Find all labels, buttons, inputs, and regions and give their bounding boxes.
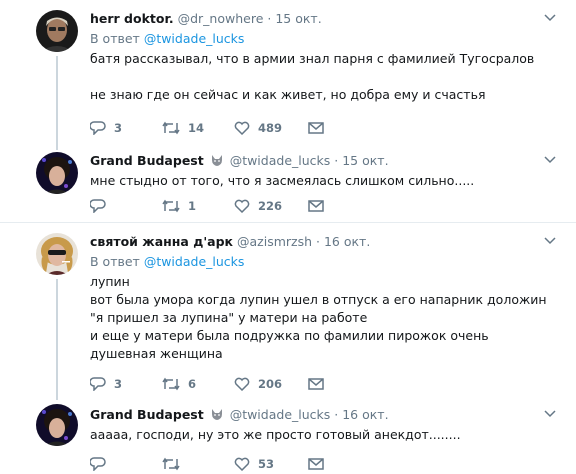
like-button[interactable]: 489 xyxy=(234,120,282,136)
reply-count: 3 xyxy=(114,121,123,135)
tweet-4[interactable]: Grand Budapest @twidade_lucks · 16 окт. … xyxy=(0,400,576,474)
envelope-icon xyxy=(308,458,324,470)
like-button[interactable]: 226 xyxy=(234,198,282,214)
separator-dot: · xyxy=(316,234,320,249)
tweet-text: лупин вот была умора когда лупин ушел в … xyxy=(90,274,547,361)
dm-button[interactable] xyxy=(308,456,332,472)
reply-count: 3 xyxy=(114,377,123,391)
reply-prefix: В ответ xyxy=(90,254,140,269)
tweet-3[interactable]: святой жанна д'арк @azismrzsh · 16 окт. … xyxy=(0,223,576,400)
retweet-button[interactable]: 6 xyxy=(162,376,196,392)
like-count: 226 xyxy=(258,199,283,213)
tweet-actions: 53 xyxy=(90,456,390,472)
heart-icon xyxy=(234,121,250,135)
chevron-down-icon[interactable] xyxy=(544,237,556,245)
reply-button[interactable]: 3 xyxy=(90,376,122,392)
reply-context: В ответ @twidade_lucks xyxy=(90,31,556,47)
like-count: 206 xyxy=(258,377,283,391)
tweet-actions: 3 6 206 xyxy=(90,376,390,392)
tweet-text: батя рассказывал, что в армии знал парня… xyxy=(90,51,535,102)
heart-icon xyxy=(234,457,250,471)
author-handle[interactable]: @twidade_lucks xyxy=(230,407,331,422)
separator-dot: · xyxy=(334,153,339,168)
like-button[interactable]: 53 xyxy=(234,456,274,472)
avatar[interactable] xyxy=(36,233,78,275)
envelope-icon xyxy=(308,378,324,390)
chevron-down-icon[interactable] xyxy=(544,156,556,164)
timestamp[interactable]: 15 окт. xyxy=(342,153,388,168)
retweet-icon xyxy=(162,377,180,391)
like-count: 489 xyxy=(258,121,283,135)
reply-button[interactable] xyxy=(90,198,114,214)
wolf-icon xyxy=(211,155,222,166)
reply-button[interactable]: 3 xyxy=(90,120,122,136)
reply-to-link[interactable]: @twidade_lucks xyxy=(144,31,245,46)
avatar[interactable] xyxy=(36,10,78,52)
thread-line xyxy=(56,279,58,400)
avatar[interactable] xyxy=(36,152,78,194)
reply-icon xyxy=(90,457,106,471)
author-handle[interactable]: @twidade_lucks xyxy=(230,153,331,168)
retweet-count: 6 xyxy=(188,377,197,391)
tweet-text: мне стыдно от того, что я засмеялась сли… xyxy=(90,173,475,188)
reply-context: В ответ @twidade_lucks xyxy=(90,254,556,270)
timestamp[interactable]: 16 окт. xyxy=(342,407,388,422)
retweet-button[interactable]: 14 xyxy=(162,120,204,136)
retweet-icon xyxy=(162,199,180,213)
retweet-icon xyxy=(162,457,180,471)
chevron-down-icon[interactable] xyxy=(544,410,556,418)
dm-button[interactable] xyxy=(308,120,332,136)
author-name[interactable]: herr doktor. xyxy=(90,11,174,26)
timestamp[interactable]: 15 окт. xyxy=(275,11,321,26)
retweet-count: 14 xyxy=(188,121,205,135)
heart-icon xyxy=(234,199,250,213)
reply-icon xyxy=(90,377,106,391)
heart-icon xyxy=(234,377,250,391)
wolf-icon xyxy=(211,409,222,420)
tweet-text: ааааа, господи, ну это же просто готовый… xyxy=(90,427,461,442)
retweet-count: 1 xyxy=(188,199,197,213)
reply-icon xyxy=(90,199,106,213)
retweet-button[interactable]: 1 xyxy=(162,198,196,214)
tweet-2[interactable]: Grand Budapest @twidade_lucks · 15 окт. … xyxy=(0,150,576,220)
chevron-down-icon[interactable] xyxy=(544,14,556,22)
reply-icon xyxy=(90,121,106,135)
author-name[interactable]: Grand Budapest xyxy=(90,153,204,168)
envelope-icon xyxy=(308,200,324,212)
thread-line xyxy=(56,56,58,150)
dm-button[interactable] xyxy=(308,376,332,392)
dm-button[interactable] xyxy=(308,198,332,214)
tweet-actions: 1 226 xyxy=(90,198,390,214)
retweet-button[interactable] xyxy=(162,456,188,472)
separator-dot: · xyxy=(267,11,272,26)
author-name[interactable]: Grand Budapest xyxy=(90,407,204,422)
separator-dot: · xyxy=(334,407,339,422)
retweet-icon xyxy=(162,121,180,135)
timestamp[interactable]: 16 окт. xyxy=(324,234,370,249)
tweet-1[interactable]: herr doktor. @dr_nowhere · 15 окт. В отв… xyxy=(0,0,576,150)
envelope-icon xyxy=(308,122,324,134)
author-handle[interactable]: @dr_nowhere xyxy=(178,11,264,26)
author-name[interactable]: святой жанна д'арк xyxy=(90,234,233,249)
like-button[interactable]: 206 xyxy=(234,376,282,392)
reply-to-link[interactable]: @twidade_lucks xyxy=(144,254,245,269)
author-handle[interactable]: @azismrzsh xyxy=(237,234,312,249)
tweet-actions: 3 14 489 xyxy=(90,120,390,136)
reply-prefix: В ответ xyxy=(90,31,140,46)
like-count: 53 xyxy=(258,457,275,471)
avatar[interactable] xyxy=(36,404,78,446)
reply-button[interactable] xyxy=(90,456,114,472)
